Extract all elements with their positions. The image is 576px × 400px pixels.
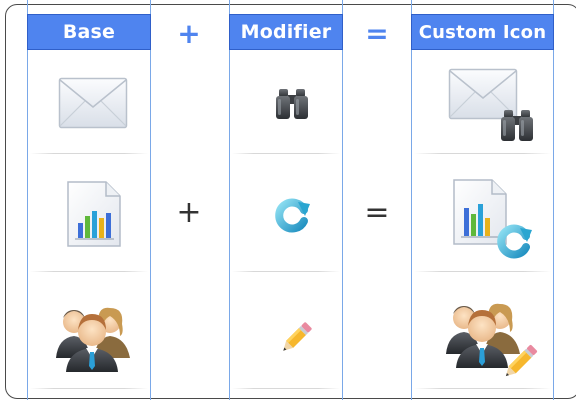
- envelope-binoculars-icon: [448, 68, 538, 148]
- row-separator: [232, 388, 340, 389]
- row-separator: [414, 153, 551, 154]
- equals-operator-header: =: [365, 16, 389, 50]
- plus-operator-header: +: [177, 16, 201, 50]
- row-separator: [232, 153, 340, 154]
- custom-icon-header: Custom Icon: [411, 14, 554, 50]
- row-separator: [414, 271, 551, 272]
- row-separator: [232, 271, 340, 272]
- row-separator: [414, 388, 551, 389]
- row-separator: [30, 271, 148, 272]
- plus-operator-row: +: [176, 194, 202, 230]
- row-separator: [30, 153, 148, 154]
- chart-document-refresh-icon: [452, 178, 538, 262]
- users-pencil-icon: [444, 296, 540, 386]
- row-separator: [30, 388, 148, 389]
- envelope-icon: [58, 77, 128, 131]
- users-icon: [54, 300, 132, 372]
- equals-operator-row: =: [364, 194, 390, 230]
- binoculars-icon: [274, 87, 310, 121]
- base-header: Base: [27, 14, 151, 50]
- chart-document-icon: [66, 180, 122, 248]
- pencil-icon: [276, 318, 316, 358]
- refresh-icon: [274, 196, 312, 234]
- modifier-header: Modifier: [229, 14, 343, 50]
